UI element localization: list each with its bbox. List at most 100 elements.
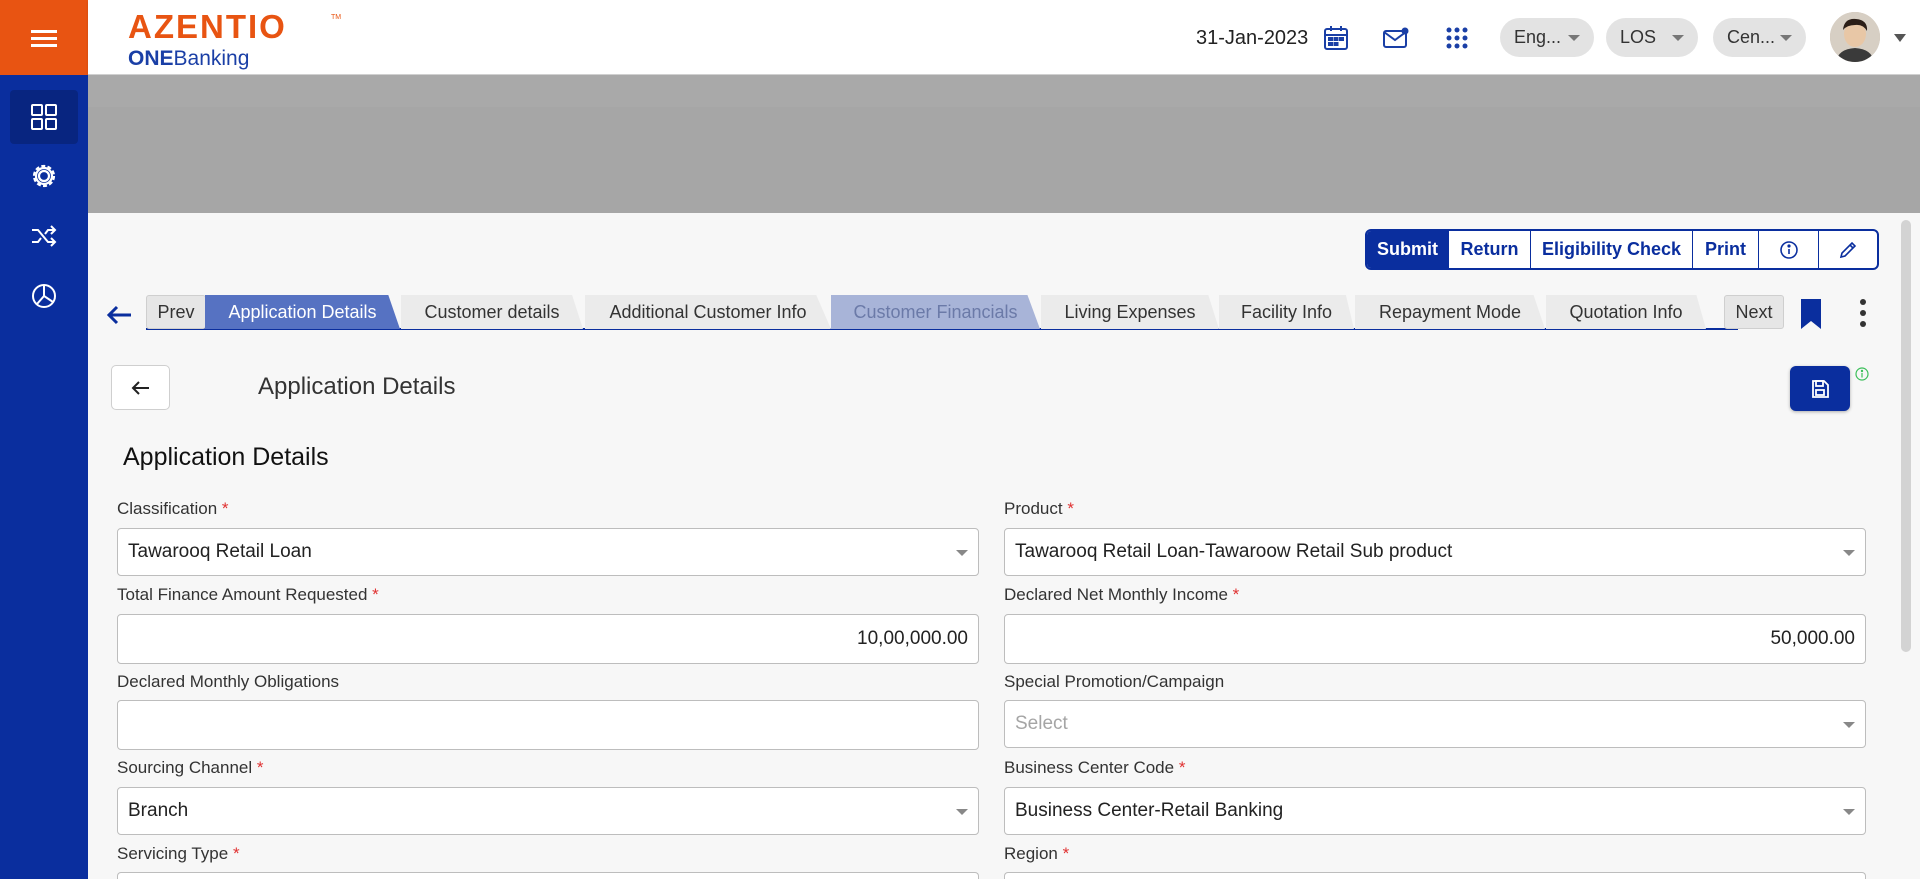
left-sidebar — [0, 0, 88, 879]
center-select[interactable]: Cen... — [1713, 18, 1806, 57]
info-icon — [1779, 240, 1798, 259]
region-select[interactable] — [1004, 872, 1866, 879]
chevron-down-icon — [1780, 35, 1792, 41]
gear-icon — [32, 164, 56, 188]
classification-value: Tawarooq Retail Loan — [128, 541, 312, 562]
print-button[interactable]: Print — [1693, 231, 1759, 268]
classification-label-text: Classification — [117, 499, 218, 518]
promotion-select[interactable]: Select — [1004, 700, 1866, 748]
required-mark: * — [1067, 499, 1074, 518]
banner-inner — [88, 107, 1920, 213]
back-arrow-icon[interactable] — [104, 300, 134, 330]
sidebar-item-settings[interactable] — [10, 149, 78, 203]
logo-trademark: TM — [331, 14, 342, 21]
mail-icon — [1383, 27, 1409, 48]
sidebar-item-reports[interactable] — [10, 269, 78, 323]
total-finance-label: Total Finance Amount Requested * — [117, 585, 379, 605]
total-finance-input[interactable]: 10,00,000.00 — [117, 614, 979, 664]
info-status-icon — [1855, 367, 1869, 381]
apps-grid-icon — [1446, 27, 1468, 49]
shuffle-icon — [32, 225, 57, 247]
edit-button[interactable] — [1819, 231, 1877, 268]
sourcing-channel-label-text: Sourcing Channel — [117, 758, 253, 777]
required-mark: * — [372, 585, 379, 604]
required-mark: * — [1232, 585, 1240, 604]
net-income-value: 50,000.00 — [1770, 628, 1855, 649]
logo-sub-bold: ONE — [128, 47, 174, 70]
product-value: Tawarooq Retail Loan-Tawaroow Retail Sub… — [1015, 541, 1453, 562]
tab-customer-details[interactable]: Customer details — [401, 295, 583, 329]
sidebar-item-dashboard[interactable] — [10, 90, 78, 144]
user-photo — [1830, 12, 1880, 62]
business-center-select[interactable]: Business Center-Retail Banking — [1004, 787, 1866, 835]
calendar-button[interactable] — [1320, 22, 1352, 54]
net-income-label: Declared Net Monthly Income * — [1004, 585, 1239, 605]
module-select[interactable]: LOS — [1606, 18, 1698, 57]
submit-button[interactable]: Submit — [1367, 231, 1449, 268]
language-select[interactable]: Eng... — [1500, 18, 1594, 57]
product-logo: ONEBanking — [128, 47, 249, 71]
tab-application-details[interactable]: Application Details — [205, 295, 400, 329]
prev-tab-button[interactable]: Prev — [146, 295, 206, 329]
classification-select[interactable]: Tawarooq Retail Loan — [117, 528, 979, 576]
net-income-input[interactable]: 50,000.00 — [1004, 614, 1866, 664]
mail-button[interactable] — [1380, 22, 1412, 54]
classification-label: Classification * — [117, 499, 229, 519]
hamburger-icon — [31, 29, 57, 47]
chevron-down-icon — [1843, 550, 1855, 556]
pencil-icon — [1839, 241, 1857, 258]
bookmark-icon[interactable] — [1799, 298, 1823, 330]
region-label-text: Region — [1004, 844, 1058, 863]
page-back-button[interactable] — [111, 365, 170, 410]
chevron-down-icon — [956, 809, 968, 815]
product-label: Product * — [1004, 499, 1074, 519]
menu-button[interactable] — [0, 0, 88, 75]
required-mark: * — [221, 499, 229, 518]
save-button[interactable] — [1790, 366, 1850, 411]
tab-repayment-mode[interactable]: Repayment Mode — [1355, 295, 1545, 329]
grid-icon — [31, 104, 57, 130]
info-button[interactable] — [1759, 231, 1819, 268]
calendar-icon — [1324, 26, 1348, 50]
page-title: Application Details — [258, 373, 456, 400]
profile-menu-caret-icon[interactable] — [1894, 34, 1906, 42]
next-tab-button[interactable]: Next — [1724, 295, 1784, 329]
tab-quotation-info[interactable]: Quotation Info — [1546, 295, 1706, 329]
obligations-input[interactable] — [117, 700, 979, 750]
business-date: 31-Jan-2023 — [1196, 27, 1309, 49]
product-select[interactable]: Tawarooq Retail Loan-Tawaroow Retail Sub… — [1004, 528, 1866, 576]
eligibility-check-button[interactable]: Eligibility Check — [1531, 231, 1693, 268]
language-value: Eng... — [1514, 27, 1562, 47]
action-button-group: Submit Return Eligibility Check Print — [1365, 229, 1879, 270]
brand-logo: AZENTIO — [128, 8, 287, 45]
region-label: Region * — [1004, 844, 1069, 864]
servicing-type-label-text: Servicing Type — [117, 844, 229, 863]
promotion-label: Special Promotion/Campaign — [1004, 672, 1225, 691]
obligations-label: Declared Monthly Obligations — [117, 672, 340, 691]
tab-living-expenses[interactable]: Living Expenses — [1041, 295, 1219, 329]
tab-customer-financials: Customer Financials — [831, 295, 1040, 329]
scrollbar-thumb[interactable] — [1901, 220, 1911, 652]
floppy-icon — [1812, 379, 1829, 398]
tab-additional-customer-info[interactable]: Additional Customer Info — [585, 295, 831, 329]
sourcing-channel-select[interactable]: Branch — [117, 787, 979, 835]
apps-button[interactable] — [1441, 22, 1473, 54]
avatar[interactable] — [1830, 12, 1880, 62]
promotion-placeholder: Select — [1015, 713, 1068, 734]
servicing-type-select[interactable] — [117, 872, 979, 879]
section-title: Application Details — [123, 443, 329, 471]
business-center-value: Business Center-Retail Banking — [1015, 800, 1284, 821]
top-header: AZENTIO TM ONEBanking 31-Jan-2023 Eng...… — [88, 0, 1920, 75]
sourcing-channel-label: Sourcing Channel * — [117, 758, 264, 778]
return-button[interactable]: Return — [1449, 231, 1531, 268]
sidebar-item-workflow[interactable] — [10, 209, 78, 263]
business-center-label: Business Center Code * — [1004, 758, 1185, 778]
required-mark: * — [256, 758, 264, 777]
business-center-label-text: Business Center Code — [1004, 758, 1175, 777]
total-finance-value: 10,00,000.00 — [857, 628, 968, 649]
more-options-icon[interactable] — [1857, 296, 1869, 330]
total-finance-label-text: Total Finance Amount Requested — [117, 585, 368, 604]
chevron-down-icon — [956, 550, 968, 556]
required-mark: * — [1062, 844, 1070, 863]
tab-facility-info[interactable]: Facility Info — [1219, 295, 1354, 329]
